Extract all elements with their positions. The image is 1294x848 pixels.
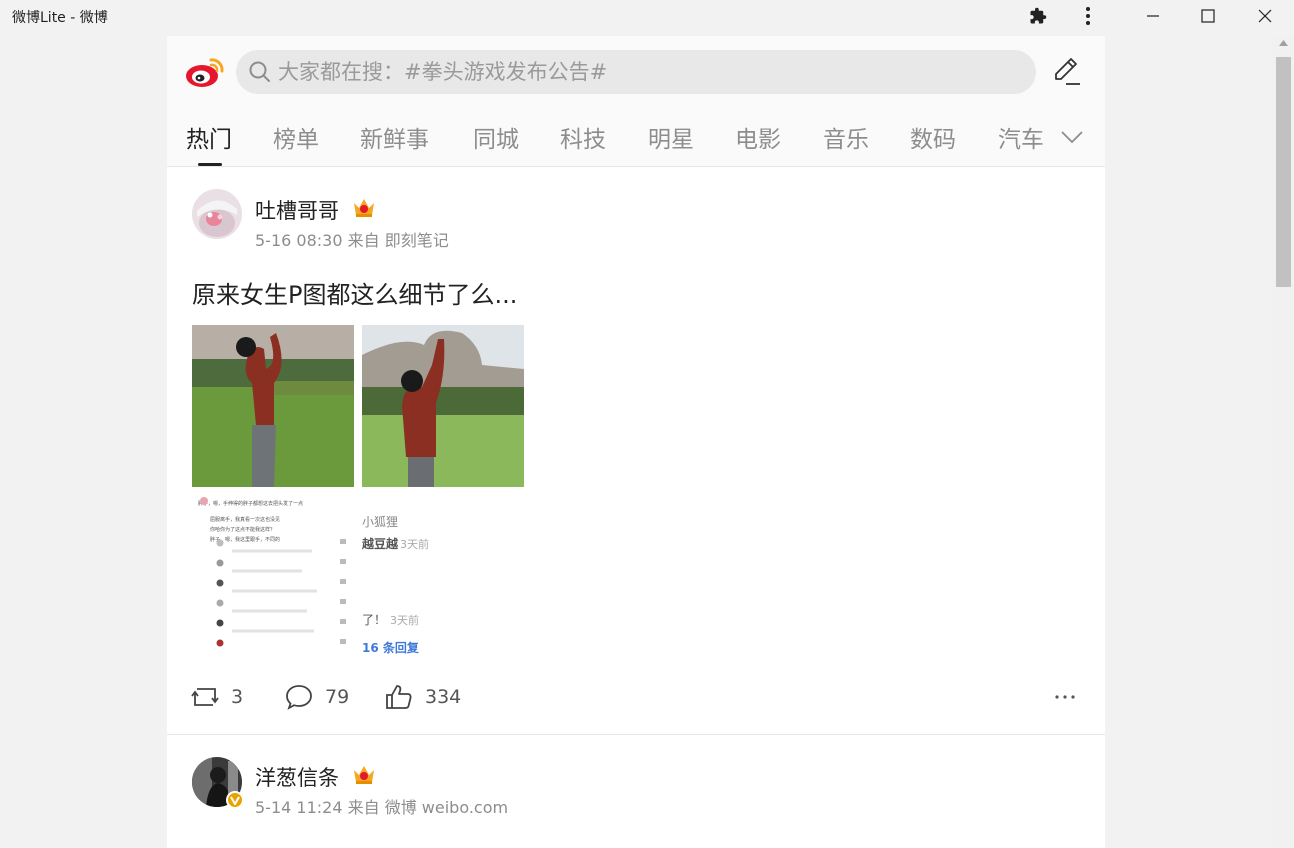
top-header: 热门 榜单 新鲜事 同城 科技 明星 电影 音乐 数码 汽车 (167, 36, 1105, 167)
tab-movie[interactable]: 电影 (735, 120, 781, 154)
tab-hot[interactable]: 热门 (186, 120, 232, 166)
image-caption: 了！ (362, 613, 387, 627)
tab-fresh[interactable]: 新鲜事 (360, 120, 429, 154)
window-titlebar: 微博Lite - 微博 (0, 0, 1294, 36)
tab-stars[interactable]: 明星 (648, 120, 694, 154)
tab-music[interactable]: 音乐 (823, 120, 869, 154)
scroll-up-arrow-icon[interactable] (1273, 40, 1294, 54)
page-scrollbar[interactable] (1273, 36, 1294, 848)
maximize-icon[interactable] (1188, 0, 1228, 32)
more-icon[interactable] (1051, 683, 1079, 711)
scrollbar-thumb[interactable] (1276, 57, 1291, 287)
chevron-down-icon[interactable] (1059, 124, 1085, 150)
post-text[interactable]: 原来女生P图都这么细节了么... (192, 275, 517, 310)
post-source[interactable]: 来自 微博 weibo.com (348, 798, 508, 817)
weibo-logo-icon[interactable] (185, 54, 227, 90)
avatar[interactable] (192, 189, 242, 239)
image-caption: 小狐狸 (362, 515, 399, 529)
post-image[interactable] (362, 325, 524, 487)
comment-button[interactable]: 79 (285, 677, 349, 717)
kebab-menu-icon[interactable] (1076, 0, 1100, 32)
feed-post: 洋葱信条 5-14 11:24 来自 微博 weibo.com (167, 736, 1105, 848)
repost-icon (191, 688, 219, 706)
close-icon[interactable] (1244, 0, 1286, 32)
image-caption: 3天前 (400, 538, 429, 551)
feed-post: 吐槽哥哥 5-16 08:30 来自 即刻笔记 原来女生P图都这么细节了么... (167, 167, 1105, 735)
search-input[interactable] (278, 60, 1018, 84)
post-meta: 5-14 11:24 来自 微博 weibo.com (255, 794, 508, 818)
tab-local[interactable]: 同城 (473, 120, 519, 154)
minimize-icon[interactable] (1133, 0, 1173, 32)
comment-icon (286, 685, 312, 710)
like-button[interactable]: 334 (385, 677, 461, 717)
compose-icon[interactable] (1047, 52, 1085, 90)
post-actions: 3 79 334 (167, 677, 1105, 717)
tab-ranking[interactable]: 榜单 (273, 120, 319, 154)
window-title: 微博Lite - 微博 (12, 10, 108, 26)
image-caption: 16 条回复 (362, 641, 419, 655)
author-name[interactable]: 洋葱信条 (255, 762, 339, 792)
category-tabs: 热门 榜单 新鲜事 同城 科技 明星 电影 音乐 数码 汽车 (167, 116, 1105, 167)
post-meta: 5-16 08:30 来自 即刻笔记 (255, 227, 449, 251)
post-image[interactable]: 小狐狸 越豆越 3天前 了！ 3天前 16 条回复 (362, 495, 524, 657)
search-bar[interactable] (236, 50, 1036, 94)
like-count: 334 (425, 686, 462, 708)
weibo-app: 热门 榜单 新鲜事 同城 科技 明星 电影 音乐 数码 汽车 (167, 36, 1105, 848)
post-image[interactable]: 胖子，嗯，手伸得的胖子都想这去把头发了一点 屈服离手，我真看一次这也没见 你哈你… (192, 495, 354, 657)
vip-crown-icon[interactable] (351, 195, 377, 219)
repost-count: 3 (231, 686, 244, 708)
comment-count: 79 (325, 686, 350, 708)
verified-badge-icon (226, 791, 244, 809)
vip-crown-icon[interactable] (351, 762, 377, 786)
repost-button[interactable]: 3 (191, 677, 243, 717)
search-icon (248, 60, 272, 84)
image-caption: 3天前 (390, 614, 419, 627)
like-icon (386, 685, 412, 709)
author-name[interactable]: 吐槽哥哥 (255, 195, 339, 225)
post-source[interactable]: 来自 即刻笔记 (348, 231, 449, 250)
image-caption: 越豆越 (362, 537, 399, 551)
post-time: 5-16 08:30 (255, 231, 343, 250)
post-image[interactable] (192, 325, 354, 487)
tab-tech[interactable]: 科技 (560, 120, 606, 154)
post-time: 5-14 11:24 (255, 798, 343, 817)
tab-digital[interactable]: 数码 (910, 120, 956, 154)
puzzle-icon[interactable] (1024, 0, 1052, 32)
